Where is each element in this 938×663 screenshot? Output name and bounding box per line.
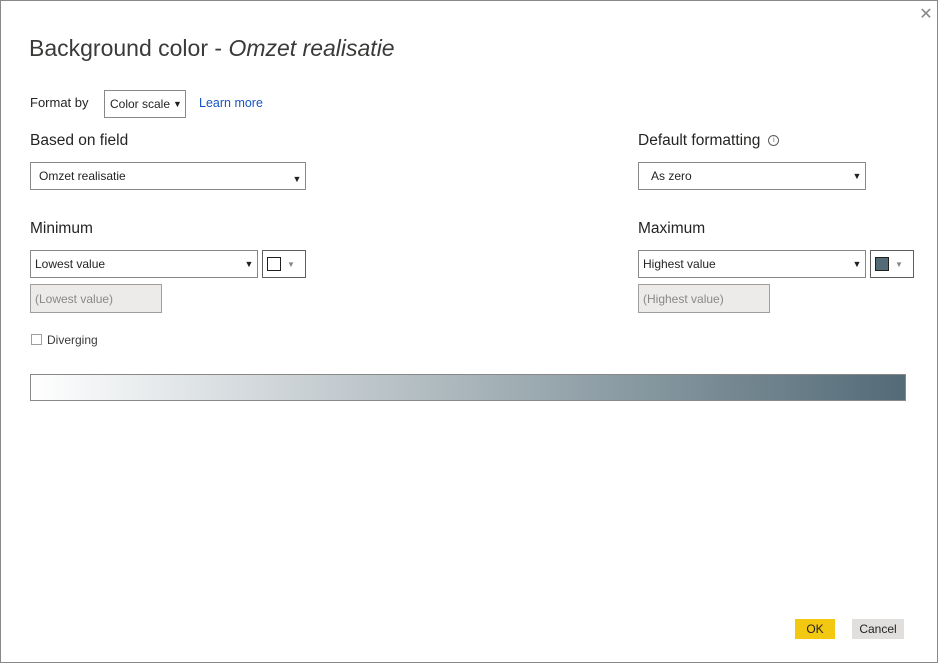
caret-down-icon: ▼ (287, 259, 295, 269)
based-on-field-label: Based on field (30, 132, 129, 149)
maximum-color-picker[interactable]: ▼ (870, 250, 914, 278)
default-formatting-dropdown[interactable]: As zero ▼ (638, 162, 866, 190)
color-scale-preview (30, 374, 906, 401)
ok-button[interactable]: OK (795, 619, 835, 639)
minimum-type-dropdown[interactable]: Lowest value ▼ (30, 250, 258, 278)
minimum-type-value: Lowest value (35, 257, 106, 271)
info-icon[interactable]: i (768, 135, 780, 146)
caret-down-icon: ▼ (852, 171, 862, 181)
cancel-button[interactable]: Cancel (852, 619, 904, 639)
dialog-title-prefix: Background color - (29, 35, 229, 61)
default-formatting-label: Default formatting (638, 132, 761, 149)
minimum-label: Minimum (30, 220, 93, 237)
diverging-label: Diverging (47, 333, 98, 347)
format-by-dropdown[interactable]: Color scale ▼ (104, 90, 186, 118)
dialog-title: Background color - Omzet realisatie (29, 35, 395, 62)
dialog-title-subject: Omzet realisatie (228, 35, 395, 61)
caret-down-icon: ▼ (173, 99, 182, 109)
based-on-field-dropdown[interactable]: Omzet realisatie ▼ (30, 162, 306, 190)
minimum-value-input[interactable]: (Lowest value) (30, 284, 162, 313)
format-by-value: Color scale (110, 97, 171, 111)
maximum-value-input[interactable]: (Highest value) (638, 284, 770, 313)
minimum-color-picker[interactable]: ▼ (262, 250, 306, 278)
minimum-value-placeholder: (Lowest value) (35, 291, 114, 306)
learn-more-link[interactable]: Learn more (199, 96, 263, 110)
maximum-label: Maximum (638, 220, 706, 237)
default-formatting-value: As zero (651, 169, 692, 183)
maximum-type-dropdown[interactable]: Highest value ▼ (638, 250, 866, 278)
caret-down-icon: ▼ (244, 259, 254, 269)
maximum-value-placeholder: (Highest value) (643, 291, 724, 306)
maximum-color-swatch (875, 257, 889, 271)
caret-down-icon: ▼ (292, 174, 302, 184)
caret-down-icon: ▼ (895, 259, 903, 269)
default-formatting-heading: Default formatting i (638, 132, 780, 150)
format-by-label: Format by (30, 95, 89, 110)
background-color-dialog: ✕ Background color - Omzet realisatie Fo… (0, 0, 938, 663)
diverging-checkbox[interactable] (31, 334, 42, 345)
minimum-color-swatch (267, 257, 281, 271)
based-on-field-value: Omzet realisatie (39, 169, 126, 183)
maximum-type-value: Highest value (643, 257, 716, 271)
close-icon[interactable]: ✕ (918, 7, 934, 23)
caret-down-icon: ▼ (852, 259, 862, 269)
